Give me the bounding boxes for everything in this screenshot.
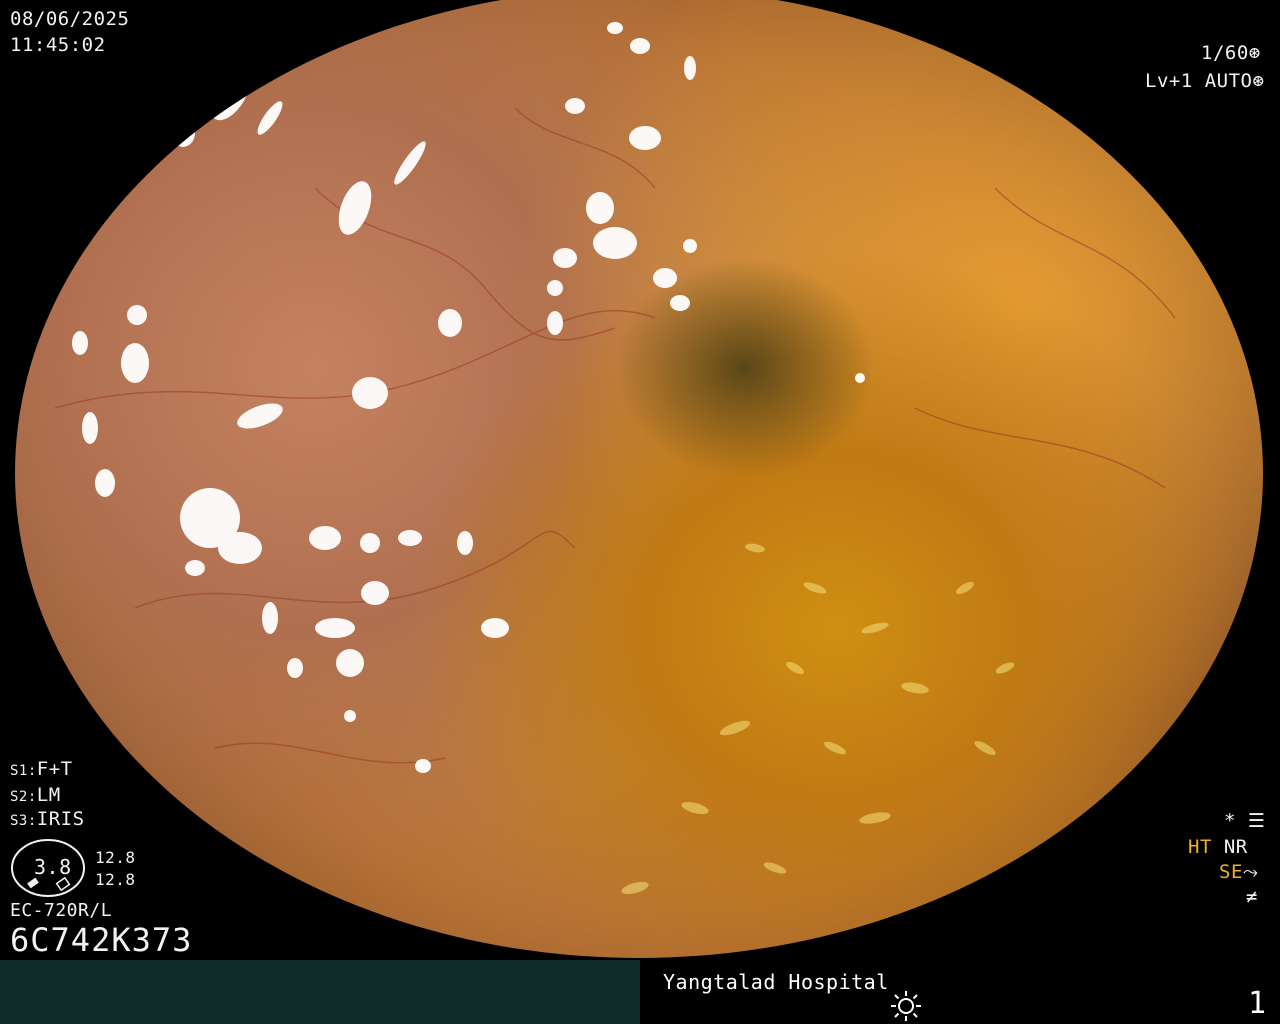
s1-value: F+T bbox=[36, 758, 73, 780]
s2-value: LM bbox=[36, 784, 61, 806]
shutter-value: 1/60 bbox=[1201, 42, 1249, 64]
hospital-name: Yangtalad Hospital bbox=[663, 970, 889, 994]
menu-indicator: * ☰ bbox=[1224, 810, 1265, 832]
curve-icon: ⤳ bbox=[1242, 861, 1259, 883]
scope-serial: 6C742K373 bbox=[10, 921, 193, 959]
switch-s2: S2:LM bbox=[10, 784, 61, 808]
nr-indicator: NR bbox=[1223, 836, 1248, 858]
s3-value: IRIS bbox=[36, 808, 85, 830]
s1-label: S1: bbox=[10, 763, 37, 779]
shutter-speed: 1/60⊛ bbox=[1201, 42, 1261, 64]
ht-indicator: HT bbox=[1188, 836, 1212, 858]
scope-model: EC-720R/L bbox=[10, 900, 113, 921]
switch-s1: S1:F+T bbox=[10, 758, 73, 782]
image-enhancement: HT NR bbox=[1188, 836, 1248, 858]
s2-label: S2: bbox=[10, 789, 37, 805]
aperture-icon: ⊛ bbox=[1248, 42, 1261, 64]
structure-enhancement: SE⤳ bbox=[1219, 861, 1259, 883]
bottom-bar bbox=[0, 960, 1280, 1024]
asterisk: * bbox=[1224, 810, 1236, 832]
exam-time: 11:45:02 bbox=[10, 34, 106, 56]
switch-s3: S3:IRIS bbox=[10, 808, 85, 832]
brightness-level: Lv+1 bbox=[1145, 70, 1193, 92]
exposure-mode: AUTO bbox=[1204, 70, 1253, 92]
page-number: 1 bbox=[1248, 986, 1267, 1021]
mucosa-texture bbox=[54, 22, 1176, 895]
exam-date: 08/06/2025 bbox=[10, 8, 130, 30]
settings-icon: ☰ bbox=[1247, 810, 1266, 832]
endoscope-view bbox=[15, 0, 1263, 958]
s3-label: S3: bbox=[10, 813, 37, 829]
auto-icon: ⊛ bbox=[1252, 70, 1265, 92]
se-indicator: SE bbox=[1219, 861, 1243, 883]
gauge-value: 3.8 bbox=[34, 855, 72, 879]
gauge-bottom-value: 12.8 bbox=[95, 870, 136, 889]
gauge-top-value: 12.8 bbox=[95, 848, 136, 867]
brightness-status: Lv+1 AUTO⊛ bbox=[1145, 70, 1264, 92]
light-source-icon bbox=[891, 991, 921, 1021]
not-equal-icon: ≠ bbox=[1246, 886, 1258, 908]
